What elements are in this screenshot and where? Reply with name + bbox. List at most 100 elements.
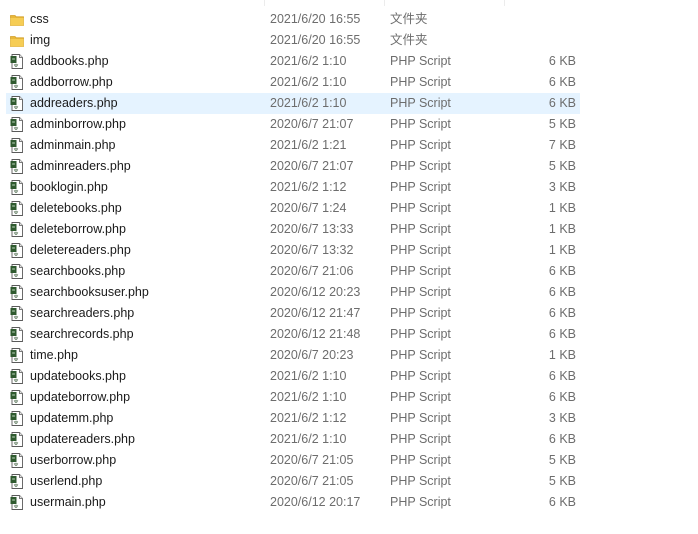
php-script-icon [10,432,24,447]
php-script-icon [10,75,24,90]
file-type: PHP Script [390,96,451,110]
php-script-icon [10,327,24,342]
file-row[interactable]: adminreaders.php 2020/6/7 21:07 PHP Scri… [6,156,580,177]
file-date-modified: 2021/6/2 1:10 [270,96,347,110]
file-row[interactable]: img 2021/6/20 16:55 文件夹 [6,30,580,51]
file-size: 1 KB [548,348,576,362]
column-divider-type[interactable] [384,0,385,6]
file-name: updatemm.php [30,411,114,425]
file-row[interactable]: usermain.php 2020/6/12 20:17 PHP Script … [6,492,580,513]
php-script-icon [10,285,24,300]
file-row[interactable]: updateborrow.php 2021/6/2 1:10 PHP Scrip… [6,387,580,408]
file-size: 6 KB [548,285,576,299]
php-script-icon [10,96,24,111]
file-row[interactable]: adminborrow.php 2020/6/7 21:07 PHP Scrip… [6,114,580,135]
file-name: time.php [30,348,78,362]
file-type: PHP Script [390,327,451,341]
file-size: 6 KB [548,327,576,341]
file-row[interactable]: css 2021/6/20 16:55 文件夹 [6,9,580,30]
file-row[interactable]: adminmain.php 2021/6/2 1:21 PHP Script 7… [6,135,580,156]
file-type: PHP Script [390,453,451,467]
file-row[interactable]: addbooks.php 2021/6/2 1:10 PHP Script 6 … [6,51,580,72]
file-row[interactable]: searchreaders.php 2020/6/12 21:47 PHP Sc… [6,303,580,324]
file-type: PHP Script [390,75,451,89]
file-size: 6 KB [548,264,576,278]
file-row[interactable]: updatereaders.php 2021/6/2 1:10 PHP Scri… [6,429,580,450]
file-name: adminborrow.php [30,117,126,131]
php-script-icon [10,453,24,468]
file-name: addborrow.php [30,75,113,89]
file-name: updatebooks.php [30,369,126,383]
php-script-icon [10,495,24,510]
php-script-icon [10,54,24,69]
file-date-modified: 2021/6/2 1:10 [270,369,347,383]
file-row[interactable]: searchbooksuser.php 2020/6/12 20:23 PHP … [6,282,580,303]
file-type: PHP Script [390,369,451,383]
php-script-icon [10,390,24,405]
file-type: PHP Script [390,159,451,173]
file-size: 6 KB [548,75,576,89]
file-type: PHP Script [390,411,451,425]
php-script-icon [10,180,24,195]
file-row[interactable]: deleteborrow.php 2020/6/7 13:33 PHP Scri… [6,219,580,240]
file-name: deletereaders.php [30,243,131,257]
php-script-icon [10,222,24,237]
file-row[interactable]: updatebooks.php 2021/6/2 1:10 PHP Script… [6,366,580,387]
file-date-modified: 2020/6/12 21:48 [270,327,361,341]
file-name: searchbooks.php [30,264,126,278]
file-date-modified: 2021/6/20 16:55 [270,33,361,47]
file-date-modified: 2021/6/2 1:10 [270,390,347,404]
file-row[interactable]: updatemm.php 2021/6/2 1:12 PHP Script 3 … [6,408,580,429]
file-date-modified: 2020/6/7 21:05 [270,474,354,488]
file-name: usermain.php [30,495,106,509]
file-row[interactable]: searchrecords.php 2020/6/12 21:48 PHP Sc… [6,324,580,345]
file-date-modified: 2020/6/12 21:47 [270,306,361,320]
file-name: updatereaders.php [30,432,135,446]
file-type: PHP Script [390,264,451,278]
file-date-modified: 2020/6/7 21:07 [270,159,354,173]
file-name: img [30,33,51,47]
file-size: 6 KB [548,96,576,110]
file-type: PHP Script [390,306,451,320]
file-row[interactable]: addborrow.php 2021/6/2 1:10 PHP Script 6… [6,72,580,93]
php-script-icon [10,117,24,132]
file-name: addreaders.php [30,96,118,110]
file-name: updateborrow.php [30,390,131,404]
file-size: 5 KB [548,453,576,467]
file-row[interactable]: time.php 2020/6/7 20:23 PHP Script 1 KB [6,345,580,366]
file-type: PHP Script [390,390,451,404]
file-size: 5 KB [548,159,576,173]
file-row[interactable]: deletebooks.php 2020/6/7 1:24 PHP Script… [6,198,580,219]
file-size: 6 KB [548,495,576,509]
php-script-icon [10,369,24,384]
file-row[interactable]: addreaders.php 2021/6/2 1:10 PHP Script … [6,93,580,114]
file-type: PHP Script [390,117,451,131]
file-row[interactable]: searchbooks.php 2020/6/7 21:06 PHP Scrip… [6,261,580,282]
file-row[interactable]: booklogin.php 2021/6/2 1:12 PHP Script 3… [6,177,580,198]
file-row[interactable]: userborrow.php 2020/6/7 21:05 PHP Script… [6,450,580,471]
file-type: PHP Script [390,285,451,299]
file-size: 6 KB [548,369,576,383]
column-divider-size[interactable] [504,0,505,6]
file-size: 5 KB [548,117,576,131]
file-size: 6 KB [548,306,576,320]
file-size: 3 KB [548,411,576,425]
column-divider-date[interactable] [264,0,265,6]
php-script-icon [10,201,24,216]
file-type: PHP Script [390,138,451,152]
file-date-modified: 2020/6/12 20:23 [270,285,361,299]
file-type: PHP Script [390,474,451,488]
file-size: 5 KB [548,474,576,488]
file-type: PHP Script [390,495,451,509]
file-name: searchrecords.php [30,327,134,341]
file-name: searchbooksuser.php [30,285,149,299]
php-script-icon [10,159,24,174]
file-row[interactable]: deletereaders.php 2020/6/7 13:32 PHP Scr… [6,240,580,261]
file-date-modified: 2021/6/2 1:10 [270,75,347,89]
folder-icon [10,12,24,27]
file-type: PHP Script [390,243,451,257]
file-name: userborrow.php [30,453,117,467]
file-size: 7 KB [548,138,576,152]
file-size: 1 KB [548,243,576,257]
file-row[interactable]: userlend.php 2020/6/7 21:05 PHP Script 5… [6,471,580,492]
